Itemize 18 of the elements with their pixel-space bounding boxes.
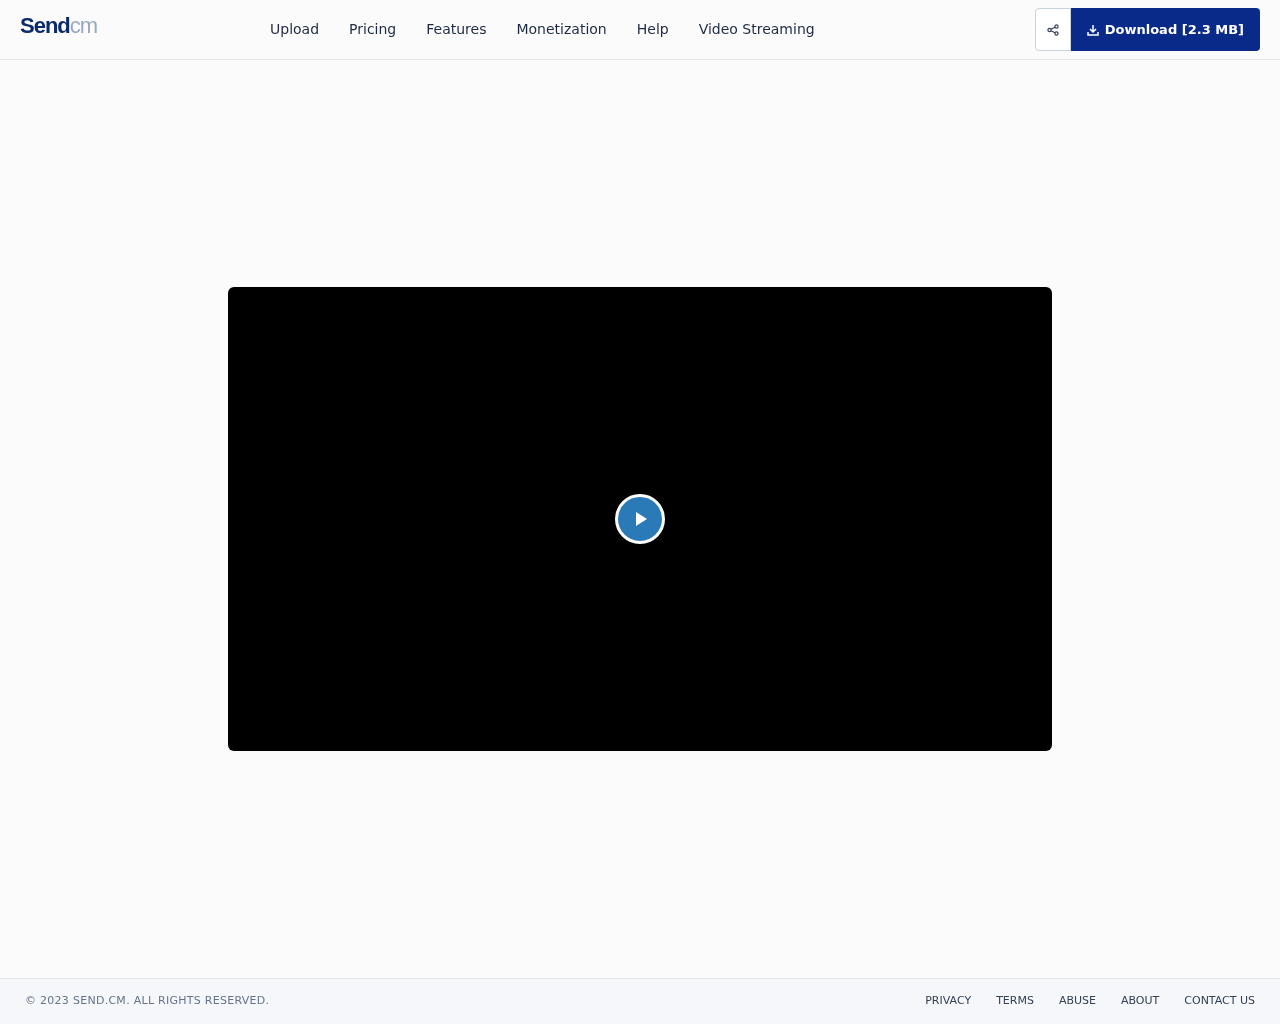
copyright-text: © 2023 SEND.CM. ALL RIGHTS RESERVED.: [25, 993, 270, 1010]
footer-link[interactable]: CONTACT US: [1184, 993, 1255, 1010]
nav-link[interactable]: Video Streaming: [698, 19, 815, 40]
nav-link[interactable]: Help: [636, 19, 669, 40]
download-button[interactable]: Download [2.3 MB]: [1070, 8, 1260, 51]
nav-link[interactable]: Features: [426, 19, 487, 40]
nav-link[interactable]: Pricing: [349, 19, 397, 40]
share-button[interactable]: [1034, 8, 1071, 51]
download-icon: [1086, 23, 1099, 36]
footer-link[interactable]: TERMS: [996, 993, 1034, 1010]
share-icon: [1046, 23, 1059, 36]
nav-link[interactable]: Monetization: [516, 19, 607, 40]
footer-link[interactable]: PRIVACY: [925, 993, 972, 1010]
logo[interactable]: Sendcm: [20, 14, 250, 37]
footer-link[interactable]: ABUSE: [1058, 993, 1096, 1010]
nav-link[interactable]: Upload: [270, 19, 320, 40]
play-button[interactable]: [615, 494, 665, 544]
footer-link[interactable]: ABOUT: [1121, 993, 1160, 1010]
